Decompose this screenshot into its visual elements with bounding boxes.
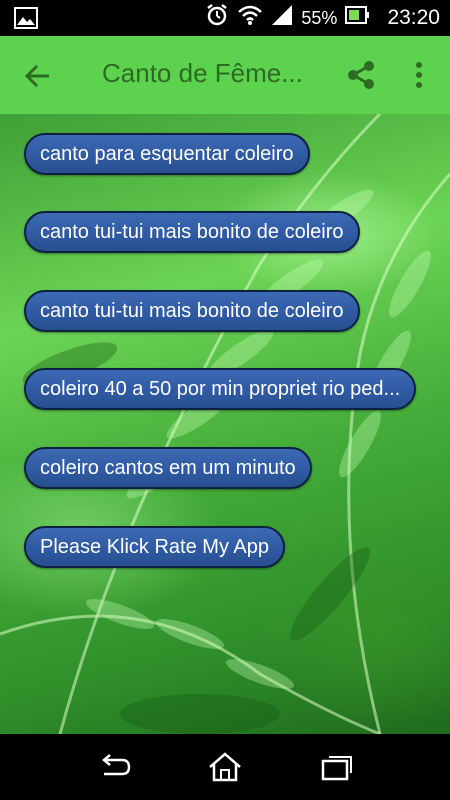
page-title: Canto de Fême...: [102, 58, 303, 88]
list-item-button[interactable]: coleiro 40 a 50 por min propriet rio ped…: [24, 368, 417, 410]
alarm-icon: [205, 3, 229, 33]
battery-percent: 55%: [301, 7, 338, 28]
home-icon[interactable]: [207, 752, 243, 782]
back-arrow-icon[interactable]: [22, 60, 54, 92]
navigation-bar: [0, 734, 450, 800]
share-icon[interactable]: [344, 58, 378, 92]
more-vert-icon[interactable]: [410, 58, 428, 92]
recents-icon[interactable]: [320, 752, 356, 782]
back-icon[interactable]: [96, 752, 132, 782]
list-item-button[interactable]: canto tui-tui mais bonito de coleiro: [24, 211, 360, 253]
status-bar: 55% 23:20: [0, 0, 450, 36]
signal-icon: [271, 4, 293, 32]
list-item-button[interactable]: coleiro cantos em um minuto: [24, 447, 312, 489]
wifi-icon: [237, 4, 263, 32]
battery-icon: [345, 5, 371, 31]
status-time: 23:20: [387, 6, 440, 29]
image-icon: [14, 7, 38, 34]
content-area: canto para esquentar coleiro canto tui-t…: [0, 114, 450, 734]
app-bar: Canto de Fême...: [0, 36, 450, 114]
fern-background-image: [0, 114, 450, 734]
status-indicators: 55% 23:20: [205, 0, 440, 36]
list-item-button[interactable]: canto para esquentar coleiro: [24, 133, 310, 175]
rate-app-button[interactable]: Please Klick Rate My App: [24, 526, 285, 568]
list-item-button[interactable]: canto tui-tui mais bonito de coleiro: [24, 290, 360, 332]
